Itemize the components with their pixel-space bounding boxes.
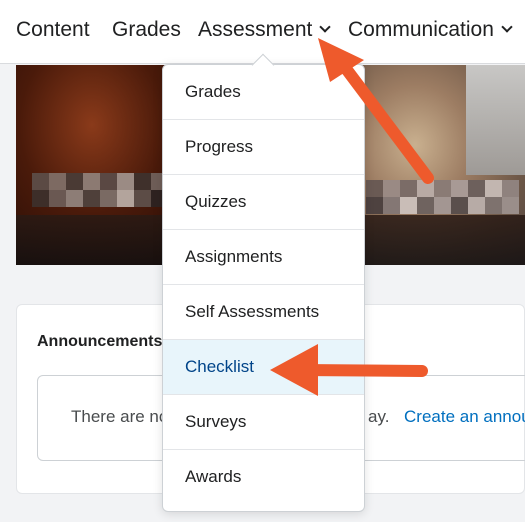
pixelated-course-code bbox=[366, 180, 519, 197]
pixelated-course-title-row2 bbox=[32, 190, 168, 207]
assessment-dropdown-menu: Grades Progress Quizzes Assignments Self… bbox=[162, 64, 365, 512]
chevron-down-icon bbox=[501, 21, 513, 33]
menu-item-progress[interactable]: Progress bbox=[163, 120, 364, 175]
announcements-empty-text-end: ay. bbox=[368, 407, 390, 426]
nav-assessment-label: Assessment bbox=[198, 18, 313, 41]
nav-content[interactable]: Content bbox=[16, 18, 90, 42]
menu-item-quizzes[interactable]: Quizzes bbox=[163, 175, 364, 230]
nav-content-label: Content bbox=[16, 18, 90, 41]
menu-item-assignments[interactable]: Assignments bbox=[163, 230, 364, 285]
announcements-title: Announcements bbox=[37, 333, 163, 350]
menu-item-checklist[interactable]: Checklist bbox=[163, 340, 364, 395]
banner-sky bbox=[466, 65, 525, 175]
nav-grades-label: Grades bbox=[112, 18, 181, 41]
pixelated-course-title bbox=[32, 173, 168, 190]
pixelated-course-code-row2 bbox=[366, 197, 519, 214]
announcements-empty-text: There are no bbox=[71, 407, 169, 426]
chevron-down-icon bbox=[319, 21, 332, 33]
menu-item-awards[interactable]: Awards bbox=[163, 450, 364, 505]
menu-item-self-assessments[interactable]: Self Assessments bbox=[163, 285, 364, 340]
nav-assessment[interactable]: Assessment bbox=[198, 18, 332, 42]
nav-grades[interactable]: Grades bbox=[112, 18, 181, 42]
nav-communication-label: Communication bbox=[348, 18, 494, 41]
menu-item-surveys[interactable]: Surveys bbox=[163, 395, 364, 450]
create-announcement-link[interactable]: Create an annou bbox=[404, 407, 525, 427]
nav-communication[interactable]: Communication bbox=[348, 18, 513, 42]
